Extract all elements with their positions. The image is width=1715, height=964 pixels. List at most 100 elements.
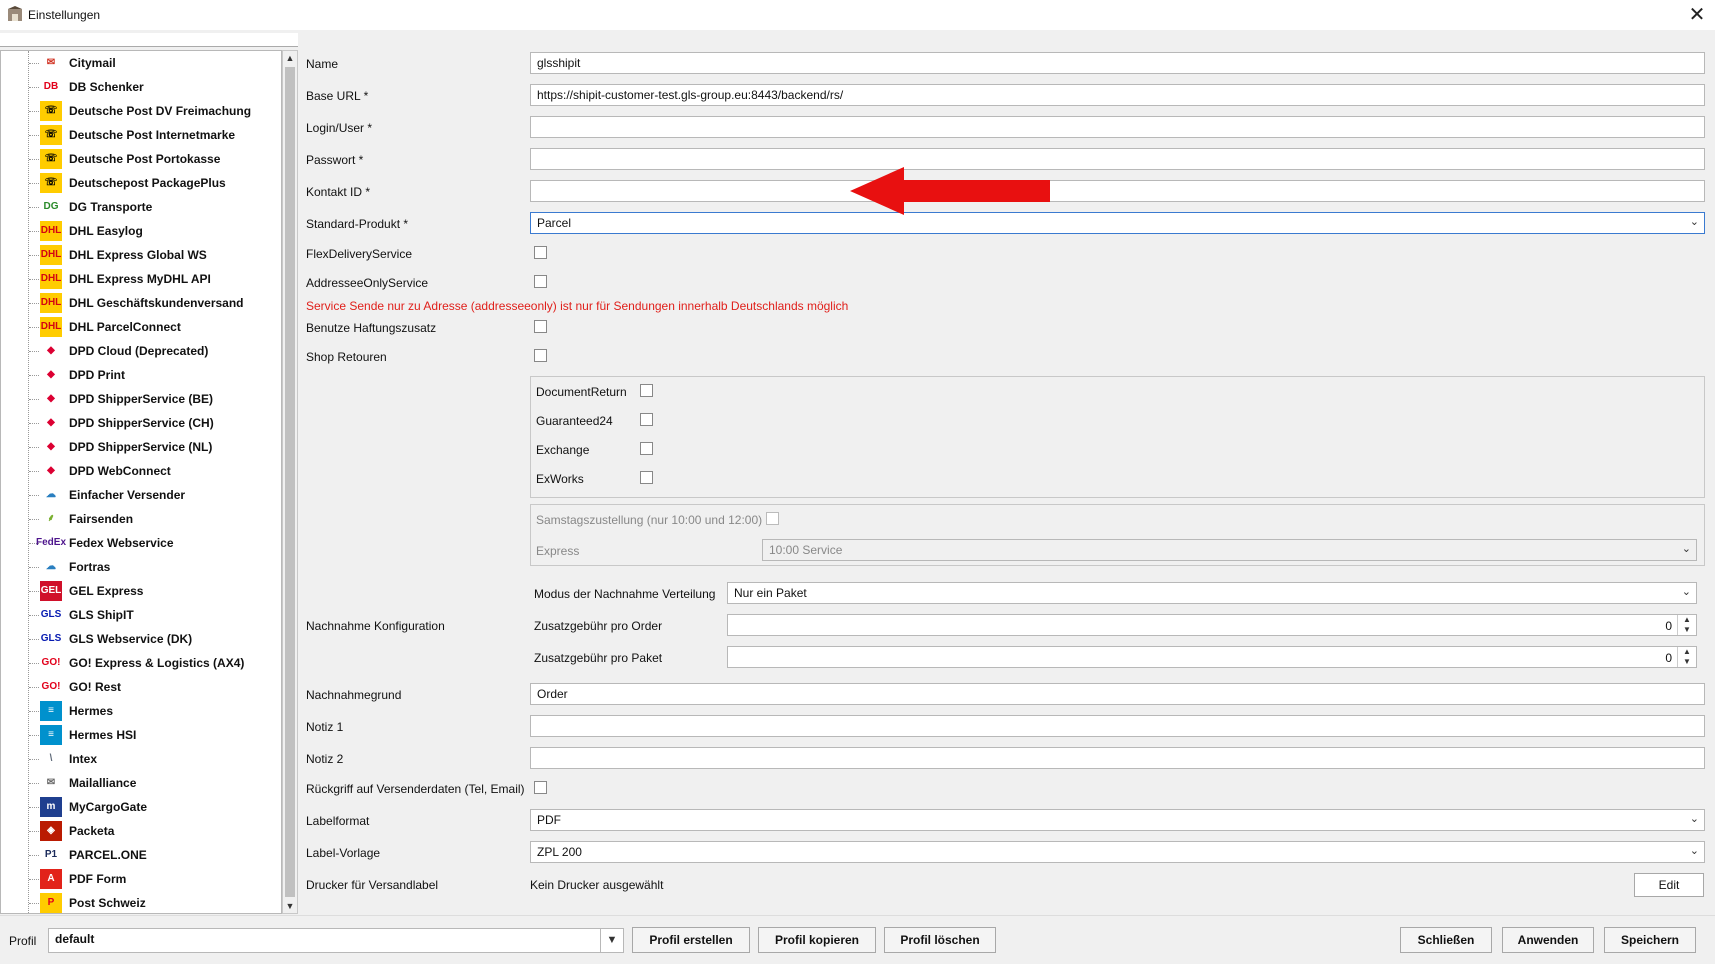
addressee-only-checkbox[interactable] [534,275,547,288]
carrier-tree-item[interactable]: ☁ Einfacher Versender [29,483,281,507]
carrier-tree-item[interactable]: ☏ Deutschepost PackagePlus [29,171,281,195]
tree-connector [29,327,39,328]
carrier-tree-item[interactable]: ≡ Hermes HSI [29,723,281,747]
exworks-checkbox[interactable] [640,471,653,484]
shop-retouren-checkbox[interactable] [534,349,547,362]
rueckgriff-checkbox[interactable] [534,781,547,794]
gls-logo-icon: GLS [40,605,62,625]
chevron-down-icon: ⌄ [1689,845,1699,857]
carrier-tree-item[interactable]: m MyCargoGate [29,795,281,819]
carrier-tree-item[interactable]: GO! GO! Rest [29,675,281,699]
carrier-tree-item[interactable]: ☏ Deutsche Post Internetmarke [29,123,281,147]
dhl-logo-icon: DHL [40,293,62,313]
document-return-checkbox[interactable] [640,384,653,397]
guaranteed24-checkbox[interactable] [640,413,653,426]
packeta-logo-icon: ◈ [40,821,62,841]
tree-connector [29,351,39,352]
carrier-tree-item[interactable]: DB DB Schenker [29,75,281,99]
carrier-tree-item[interactable]: ◈ Packeta [29,819,281,843]
carrier-tree-item[interactable]: P Post Schweiz [29,891,281,913]
edit-printer-button[interactable]: Edit [1634,873,1704,897]
tree-connector [29,255,39,256]
scroll-thumb[interactable] [285,67,295,897]
base-url-input[interactable]: https://shipit-customer-test.gls-group.e… [530,84,1705,106]
carrier-tree-item[interactable]: DHL DHL Easylog [29,219,281,243]
dpd-cube-icon: ◆ [40,365,62,385]
password-input[interactable] [530,148,1705,170]
tree-connector [29,447,39,448]
envelope-icon: ✉ [40,773,62,793]
standard-produkt-select[interactable]: Parcel ⌄ [530,212,1705,234]
notiz1-input[interactable] [530,715,1705,737]
profil-erstellen-button[interactable]: Profil erstellen [632,927,750,953]
close-icon[interactable]: ✕ [1685,3,1709,27]
flex-delivery-checkbox[interactable] [534,246,547,259]
scroll-up-icon[interactable]: ▲ [283,51,297,65]
carrier-tree-item[interactable]: DHL DHL ParcelConnect [29,315,281,339]
express-select[interactable]: 10:00 Service ⌄ [762,539,1697,561]
carrier-tree-item[interactable]: DHL DHL Geschäftskundenversand [29,291,281,315]
gebuehr-paket-spinner[interactable]: 0 ▲ ▼ [727,646,1697,668]
cloud-icon: ☁ [40,557,62,577]
scroll-down-icon[interactable]: ▼ [283,899,297,913]
carrier-tree-item[interactable]: ✉ Citymail [29,51,281,75]
kontakt-id-input[interactable] [530,180,1705,202]
carrier-tree-item[interactable]: ◆ DPD ShipperService (NL) [29,435,281,459]
carrier-tree-item[interactable]: ◆ DPD ShipperService (CH) [29,411,281,435]
dpd-cube-icon: ◆ [40,437,62,457]
anwenden-button[interactable]: Anwenden [1502,927,1594,953]
haftungszusatz-checkbox[interactable] [534,320,547,333]
carrier-tree-item[interactable]: ◆ DPD Print [29,363,281,387]
carrier-tree-item[interactable]: ◆ DPD WebConnect [29,459,281,483]
spinner-arrows-icon[interactable]: ▲ ▼ [1677,615,1696,635]
carrier-tree-item[interactable]: ◆ DPD Cloud (Deprecated) [29,339,281,363]
exchange-checkbox[interactable] [640,442,653,455]
drucker-value: Kein Drucker ausgewählt [530,878,664,892]
carrier-tree-item[interactable]: GLS GLS ShipIT [29,603,281,627]
tree-scrollbar[interactable]: ▲ ▼ [282,50,298,914]
notiz2-input[interactable] [530,747,1705,769]
samstag-checkbox[interactable] [766,512,779,525]
carrier-tree-item[interactable]: ⸙ Fairsenden [29,507,281,531]
notiz2-label: Notiz 2 [306,752,344,766]
carrier-tree-item[interactable]: GEL GEL Express [29,579,281,603]
carrier-tree-item[interactable]: ☏ Deutsche Post Portokasse [29,147,281,171]
carrier-tree-item[interactable]: ◆ DPD ShipperService (BE) [29,387,281,411]
carrier-tree-item[interactable]: DHL DHL Express Global WS [29,243,281,267]
spinner-arrows-icon[interactable]: ▲ ▼ [1677,647,1696,667]
carrier-tree-item[interactable]: ✉ Mailalliance [29,771,281,795]
carrier-label: DPD ShipperService (CH) [69,416,214,430]
carrier-label: DHL Easylog [69,224,143,238]
carrier-tree-item[interactable]: GLS GLS Webservice (DK) [29,627,281,651]
labelformat-select[interactable]: PDF ⌄ [530,809,1705,831]
name-input[interactable]: glsshipit [530,52,1705,74]
pdf-icon: A [40,869,62,889]
profil-kopieren-button[interactable]: Profil kopieren [758,927,876,953]
carrier-tree-item[interactable]: ☏ Deutsche Post DV Freimachung [29,99,281,123]
gebuehr-order-spinner[interactable]: 0 ▲ ▼ [727,614,1697,636]
carrier-tree-item[interactable]: ≡ Hermes [29,699,281,723]
dpd-cube-icon: ◆ [40,341,62,361]
tree-filter-input[interactable] [0,33,298,47]
carrier-tree-item[interactable]: DHL DHL Express MyDHL API [29,267,281,291]
tree-connector [29,231,39,232]
profil-loeschen-button[interactable]: Profil löschen [884,927,996,953]
post-horn-icon: ☏ [40,101,62,121]
carrier-tree-item[interactable]: DG DG Transporte [29,195,281,219]
login-input[interactable] [530,116,1705,138]
carrier-tree-item[interactable]: P1 PARCEL.ONE [29,843,281,867]
nachnahmegrund-input[interactable]: Order [530,683,1705,705]
carrier-tree-item[interactable]: \ Intex [29,747,281,771]
carrier-tree-item[interactable]: ☁ Fortras [29,555,281,579]
flex-delivery-label: FlexDeliveryService [306,247,413,261]
carrier-label: Citymail [69,56,116,70]
carrier-tree-item[interactable]: GO! GO! Express & Logistics (AX4) [29,651,281,675]
modus-select[interactable]: Nur ein Paket ⌄ [727,582,1697,604]
carrier-tree-item[interactable]: A PDF Form [29,867,281,891]
speichern-button[interactable]: Speichern [1604,927,1696,953]
carrier-tree-item[interactable]: FedEx Fedex Webservice [29,531,281,555]
profil-select[interactable]: default ▼ [48,928,624,953]
tree-connector [29,423,39,424]
schliessen-button[interactable]: Schließen [1400,927,1492,953]
label-vorlage-select[interactable]: ZPL 200 ⌄ [530,841,1705,863]
